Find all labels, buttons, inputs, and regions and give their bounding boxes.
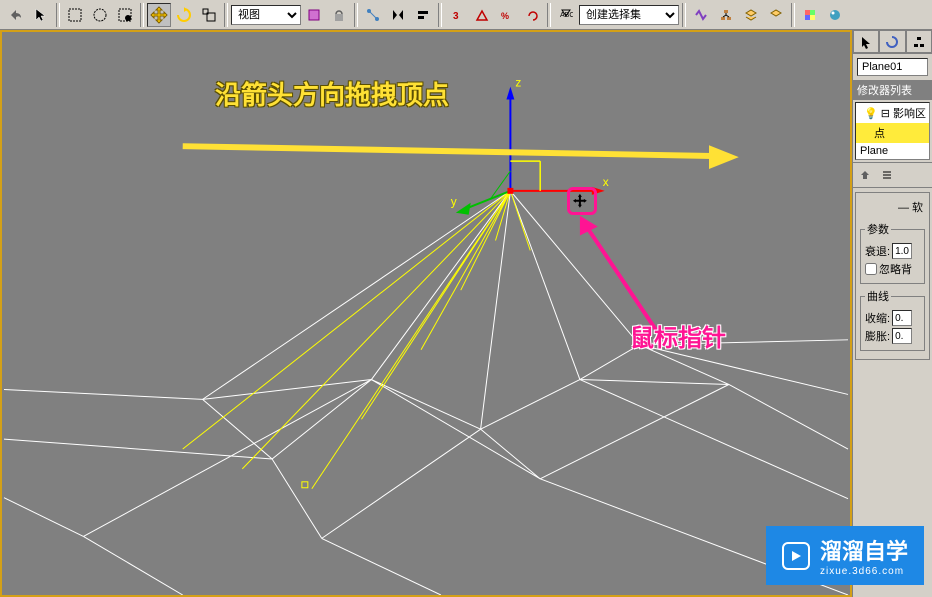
watermark-title: 溜溜自学 [820, 534, 908, 566]
percent-snap-icon[interactable]: % [495, 3, 519, 27]
svg-text:y: y [451, 195, 457, 209]
move-button[interactable] [147, 3, 171, 27]
snap-toggle-icon[interactable]: 3 [445, 3, 469, 27]
show-end-result-icon[interactable] [877, 165, 897, 185]
svg-text:3: 3 [453, 11, 459, 22]
angle-snap-icon[interactable] [470, 3, 494, 27]
watermark-url: zixue.3d66.com [820, 566, 908, 577]
stack-item-base[interactable]: Plane [856, 143, 929, 159]
ignore-backfacing-checkbox[interactable] [865, 263, 877, 275]
align-icon[interactable] [411, 3, 435, 27]
bubble-spinner[interactable] [892, 328, 912, 344]
named-selset-icon[interactable]: ABC [554, 3, 578, 27]
stack-item-modifier[interactable]: 💡 ⊟ 影响区 [856, 103, 929, 123]
lightbulb-icon: 💡 [864, 108, 878, 120]
object-name-field[interactable]: Plane01 [857, 58, 928, 76]
svg-text:x: x [603, 175, 609, 189]
pin-stack-icon[interactable] [855, 165, 875, 185]
reference-coord-combo[interactable]: 视图 [231, 5, 301, 25]
modify-tab-icon[interactable] [879, 30, 905, 53]
selection-set-combo[interactable]: 创建选择集 [579, 5, 679, 25]
material-editor-icon[interactable] [798, 3, 822, 27]
modifier-stack[interactable]: 💡 ⊟ 影响区 点 Plane [855, 102, 930, 160]
select-region-fence-icon[interactable] [113, 3, 137, 27]
ik-icon[interactable] [361, 3, 385, 27]
layers-icon[interactable] [739, 3, 763, 27]
curve-legend: 曲线 [865, 288, 891, 304]
ignore-back-label: 忽略背 [879, 261, 912, 277]
viewport-wireframe: x y z [2, 32, 850, 595]
render-scene-icon[interactable] [823, 3, 847, 27]
select-region-rect-icon[interactable] [63, 3, 87, 27]
rotate-button[interactable] [172, 3, 196, 27]
command-panel: Plane01 修改器列表 💡 ⊟ 影响区 点 Plane — 软 参数 衰退:… [852, 30, 932, 597]
track-view-icon[interactable] [689, 3, 713, 27]
params-legend: 参数 [865, 221, 891, 237]
perspective-viewport[interactable]: x y z [0, 30, 852, 597]
falloff-spinner[interactable] [892, 243, 912, 259]
schematic-view-icon[interactable] [714, 3, 738, 27]
select-icon[interactable] [29, 3, 53, 27]
soft-selection-rollout: — 软 参数 衰退: 忽略背 曲线 收缩: 膨胀: [855, 192, 930, 360]
rollout-title: — 软 [860, 197, 925, 217]
svg-text:%: % [501, 11, 509, 21]
watermark: 溜溜自学 zixue.3d66.com [766, 526, 924, 585]
spinner-snap-icon[interactable] [520, 3, 544, 27]
hierarchy-tab-icon[interactable] [906, 30, 932, 53]
select-region-circle-icon[interactable] [88, 3, 112, 27]
pinch-spinner[interactable] [892, 310, 912, 326]
svg-text:z: z [515, 76, 521, 90]
play-icon [782, 542, 810, 570]
pinch-label: 收缩: [865, 310, 890, 326]
falloff-label: 衰退: [865, 243, 890, 259]
layers-mgr-icon[interactable] [764, 3, 788, 27]
selection-lock-icon[interactable] [327, 3, 351, 27]
main-toolbar: 视图 3 % ABC 创建选择集 [0, 0, 932, 30]
create-tab-icon[interactable] [853, 30, 879, 53]
mirror-icon[interactable] [386, 3, 410, 27]
scale-button[interactable] [197, 3, 221, 27]
undo-button[interactable] [4, 3, 28, 27]
pivot-center-icon[interactable] [302, 3, 326, 27]
modifier-list-label: 修改器列表 [853, 80, 932, 100]
stack-item-subobject[interactable]: 点 [856, 123, 929, 143]
main-area: x y z [0, 30, 852, 597]
bubble-label: 膨胀: [865, 328, 890, 344]
